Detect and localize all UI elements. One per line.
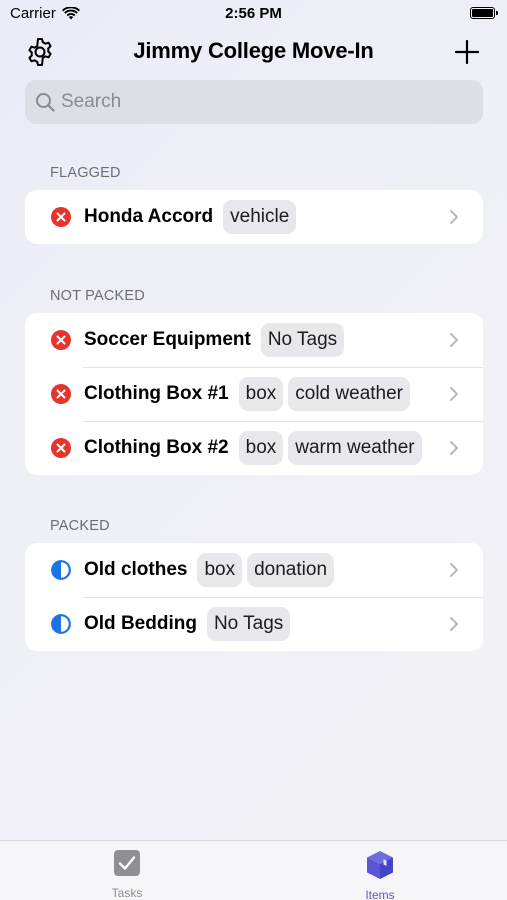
cube-icon bbox=[367, 851, 393, 879]
list-item[interactable]: Honda Accord vehicle bbox=[25, 190, 483, 244]
list-item[interactable]: Clothing Box #2 box warm weather bbox=[25, 421, 483, 475]
not-packed-icon bbox=[51, 330, 71, 350]
tag: No Tags bbox=[206, 607, 291, 641]
flagged-list: Honda Accord vehicle bbox=[25, 190, 483, 244]
chevron-right-icon bbox=[450, 210, 458, 224]
tag-list: box cold weather bbox=[238, 377, 410, 411]
tag: box bbox=[197, 553, 243, 587]
battery-icon bbox=[470, 7, 498, 19]
tag-list: box donation bbox=[197, 553, 335, 587]
tag-list: No Tags bbox=[206, 607, 291, 641]
list-item[interactable]: Old clothes box donation bbox=[25, 543, 483, 597]
packed-list: Old clothes box donation Old Bedding No … bbox=[25, 543, 483, 651]
list-item[interactable]: Clothing Box #1 box cold weather bbox=[25, 367, 483, 421]
item-name: Clothing Box #2 bbox=[84, 437, 229, 458]
search-input[interactable] bbox=[61, 91, 461, 113]
chevron-right-icon bbox=[450, 563, 458, 577]
not-packed-icon bbox=[51, 384, 71, 404]
tag: box bbox=[238, 431, 284, 465]
item-name: Clothing Box #1 bbox=[84, 383, 229, 404]
tab-label: Items bbox=[365, 888, 395, 900]
tag: vehicle bbox=[223, 200, 297, 234]
checkbox-icon bbox=[114, 850, 140, 876]
chevron-right-icon bbox=[450, 333, 458, 347]
tag: cold weather bbox=[288, 377, 410, 411]
tag-list: No Tags bbox=[260, 323, 345, 357]
plus-icon bbox=[454, 39, 480, 65]
tag: donation bbox=[247, 553, 335, 587]
item-name: Old Bedding bbox=[84, 613, 197, 634]
section-header-flagged: FLAGGED bbox=[50, 165, 121, 181]
tag: box bbox=[238, 377, 284, 411]
not-packed-icon bbox=[51, 207, 71, 227]
tab-bar: Tasks Items bbox=[0, 840, 507, 900]
section-header-packed: PACKED bbox=[50, 518, 110, 534]
status-time: 2:56 PM bbox=[225, 5, 282, 22]
tab-tasks[interactable]: Tasks bbox=[87, 849, 167, 900]
item-name: Honda Accord bbox=[84, 206, 214, 227]
not-packed-list: Soccer Equipment No Tags Clothing Box #1… bbox=[25, 313, 483, 475]
not-packed-icon bbox=[51, 438, 71, 458]
tag: No Tags bbox=[260, 323, 345, 357]
page-title: Jimmy College Move-In bbox=[133, 38, 374, 63]
list-item[interactable]: Old Bedding No Tags bbox=[25, 597, 483, 651]
list-item[interactable]: Soccer Equipment No Tags bbox=[25, 313, 483, 367]
tag: warm weather bbox=[288, 431, 422, 465]
tag-list: box warm weather bbox=[238, 431, 422, 465]
navigation-bar: Jimmy College Move-In bbox=[0, 32, 507, 72]
chevron-right-icon bbox=[450, 387, 458, 401]
item-name: Soccer Equipment bbox=[84, 329, 251, 350]
chevron-right-icon bbox=[450, 617, 458, 631]
tab-label: Tasks bbox=[111, 886, 143, 900]
status-bar: Carrier 2:56 PM bbox=[0, 0, 507, 28]
search-icon bbox=[36, 93, 55, 112]
section-header-not-packed: NOT PACKED bbox=[50, 288, 145, 304]
half-circle-icon bbox=[51, 560, 71, 580]
add-item-button[interactable] bbox=[451, 36, 483, 68]
tab-items[interactable]: Items bbox=[340, 849, 420, 900]
half-circle-icon bbox=[51, 614, 71, 634]
search-bar[interactable] bbox=[25, 80, 483, 124]
item-name: Old clothes bbox=[84, 559, 188, 580]
tag-list: vehicle bbox=[223, 200, 297, 234]
chevron-right-icon bbox=[450, 441, 458, 455]
